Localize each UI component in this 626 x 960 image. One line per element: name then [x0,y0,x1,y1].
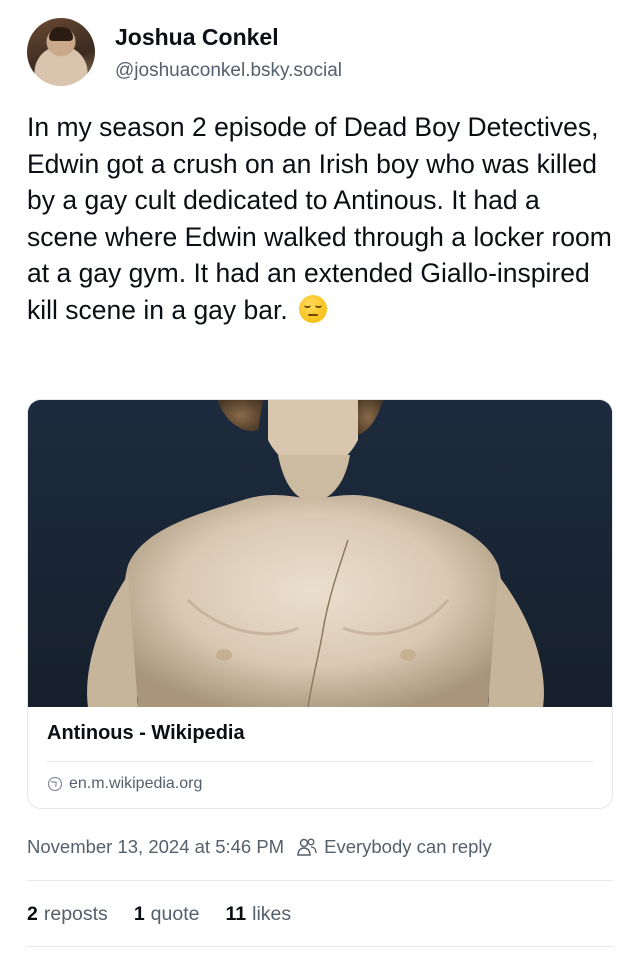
post-timestamp[interactable]: November 13, 2024 at 5:46 PM [27,836,284,858]
link-card-domain-row: en.m.wikipedia.org [47,773,202,795]
link-card-title[interactable]: Antinous - Wikipedia [47,722,245,745]
divider [27,946,613,947]
avatar-hair [49,27,73,41]
likes-stat[interactable]: 11 likes [225,903,291,926]
post-stats: 2 reposts 1 quote 11 likes [27,900,291,928]
post-header: Joshua Conkel @joshuaconkel.bsky.social [27,18,607,88]
marble-bust-photo-icon [28,400,612,707]
post-meta: November 13, 2024 at 5:46 PM Everybody c… [27,834,492,860]
reposts-label: reposts [43,902,108,925]
post-text: In my season 2 episode of Dead Boy Detec… [27,112,612,325]
quotes-label: quote [150,902,200,925]
reply-setting: Everybody can reply [296,836,492,858]
likes-label: likes [252,902,292,925]
divider [27,880,613,881]
post-body: In my season 2 episode of Dead Boy Detec… [27,109,617,328]
link-card-image[interactable] [28,400,612,707]
link-card[interactable]: Antinous - Wikipedia en.m.wikipedia.org [27,399,613,809]
reply-setting-label: Everybody can reply [324,836,492,857]
quotes-count: 1 [133,902,145,925]
author-handle[interactable]: @joshuaconkel.bsky.social [115,60,342,82]
divider [47,761,593,762]
people-icon [297,838,317,856]
author-display-name[interactable]: Joshua Conkel [115,24,279,51]
likes-count: 11 [225,902,247,925]
link-card-domain: en.m.wikipedia.org [69,775,203,792]
reposts-count: 2 [27,902,38,925]
pensive-face-emoji-icon [299,294,328,323]
avatar[interactable] [27,18,95,86]
quotes-stat[interactable]: 1 quote [134,903,200,926]
reposts-stat[interactable]: 2 reposts [27,903,108,926]
globe-icon [47,776,63,792]
